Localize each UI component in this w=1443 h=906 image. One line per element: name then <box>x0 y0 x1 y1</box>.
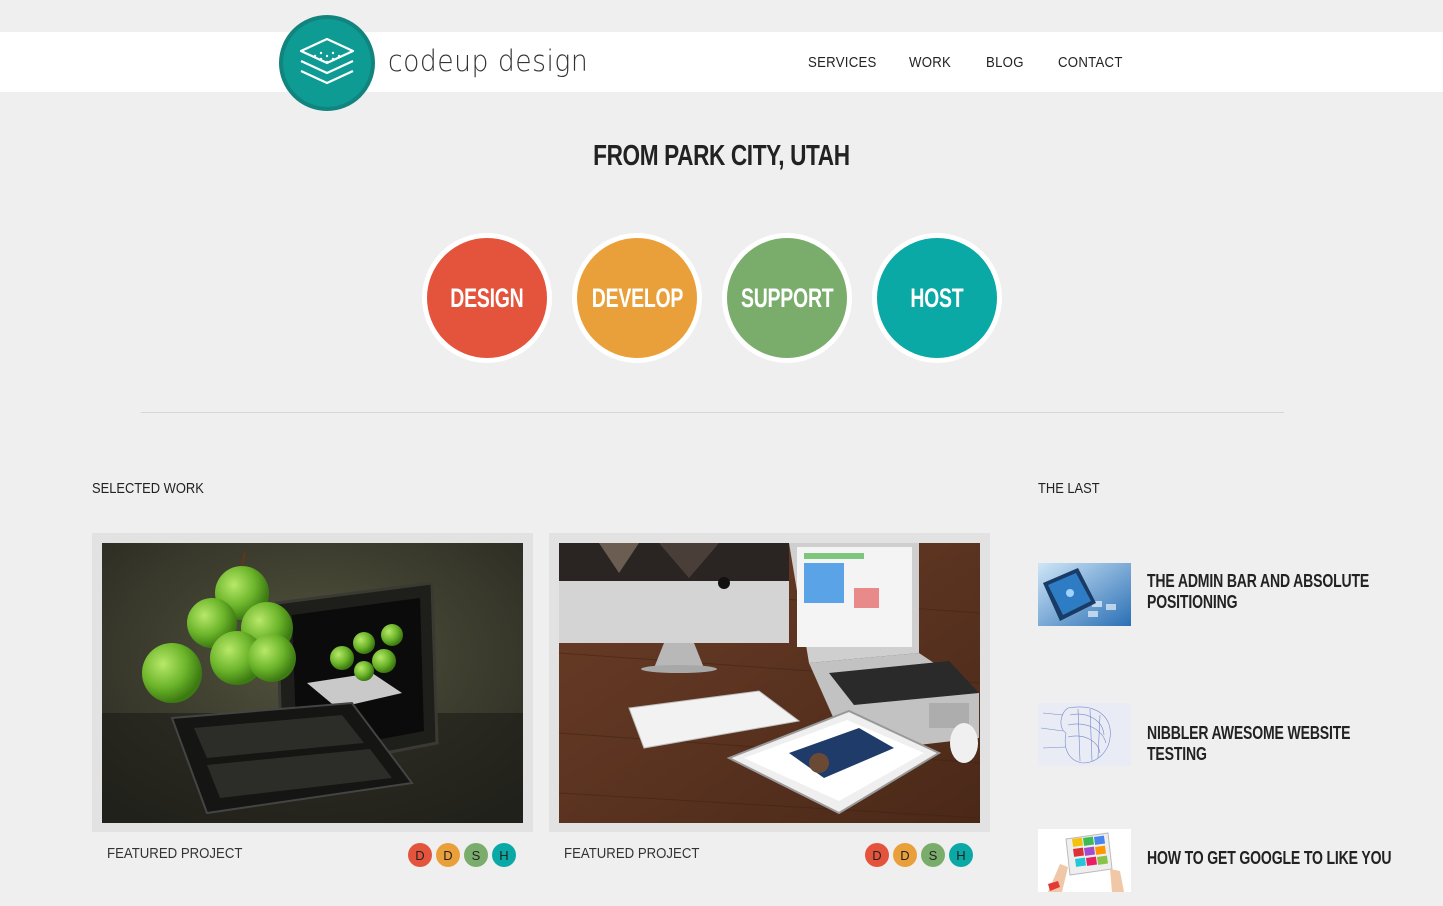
badge-design[interactable]: D <box>408 843 432 867</box>
tablet-keyboard-apples-photo <box>102 543 523 823</box>
service-support-button[interactable]: SUPPORT <box>722 233 852 363</box>
service-develop-button[interactable]: DEVELOP <box>572 233 702 363</box>
imac-macbook-ipad-desk-photo <box>559 543 980 823</box>
blog-heading: THE LAST <box>1038 480 1100 497</box>
blog-post-item[interactable]: NIBBLER AWESOME WEBSITE TESTING <box>1038 703 1418 767</box>
badge-develop[interactable]: D <box>436 843 460 867</box>
blog-post-title[interactable]: NIBBLER AWESOME WEBSITE TESTING <box>1147 723 1404 765</box>
service-label: DEVELOP <box>591 282 683 313</box>
project-label: FEATURED PROJECT <box>107 845 243 862</box>
nav-work[interactable]: WORK <box>909 54 951 71</box>
section-divider <box>141 412 1284 413</box>
wireframe-face-thumb <box>1038 703 1131 766</box>
badge-support[interactable]: S <box>921 843 945 867</box>
logo[interactable] <box>279 15 375 111</box>
blog-post-title[interactable]: THE ADMIN BAR AND ABSOLUTE POSITIONING <box>1147 571 1404 613</box>
nav-contact[interactable]: CONTACT <box>1058 54 1123 71</box>
service-label: HOST <box>910 282 964 313</box>
badge-host[interactable]: H <box>492 843 516 867</box>
badge-develop[interactable]: D <box>893 843 917 867</box>
selected-work-heading: SELECTED WORK <box>92 480 204 497</box>
layers-icon <box>299 37 355 85</box>
project-badges: D D S H <box>865 843 973 867</box>
badge-host[interactable]: H <box>949 843 973 867</box>
site-header <box>0 32 1443 92</box>
badge-design[interactable]: D <box>865 843 889 867</box>
nav-blog[interactable]: BLOG <box>986 54 1024 71</box>
hero-tagline-text: FROM PARK CITY, UTAH <box>593 140 850 172</box>
hero-tagline: FROM PARK CITY, UTAH <box>0 140 1443 173</box>
service-label: DESIGN <box>450 282 524 313</box>
blog-post-item[interactable]: HOW TO GET GOOGLE TO LIKE YOU <box>1038 829 1418 893</box>
nav-services[interactable]: SERVICES <box>808 54 877 71</box>
service-label: SUPPORT <box>740 282 834 313</box>
phone-social-keyboard-thumb <box>1038 563 1131 626</box>
blog-post-title[interactable]: HOW TO GET GOOGLE TO LIKE YOU <box>1147 848 1404 869</box>
project-label: FEATURED PROJECT <box>564 845 700 862</box>
project-card[interactable] <box>549 533 990 832</box>
service-design-button[interactable]: DESIGN <box>422 233 552 363</box>
hands-tablet-color-thumb <box>1038 829 1131 892</box>
badge-support[interactable]: S <box>464 843 488 867</box>
brand-name[interactable]: codeup design <box>388 44 588 78</box>
project-card[interactable] <box>92 533 533 832</box>
service-host-button[interactable]: HOST <box>872 233 1002 363</box>
blog-post-item[interactable]: THE ADMIN BAR AND ABSOLUTE POSITIONING <box>1038 563 1418 627</box>
project-badges: D D S H <box>408 843 516 867</box>
